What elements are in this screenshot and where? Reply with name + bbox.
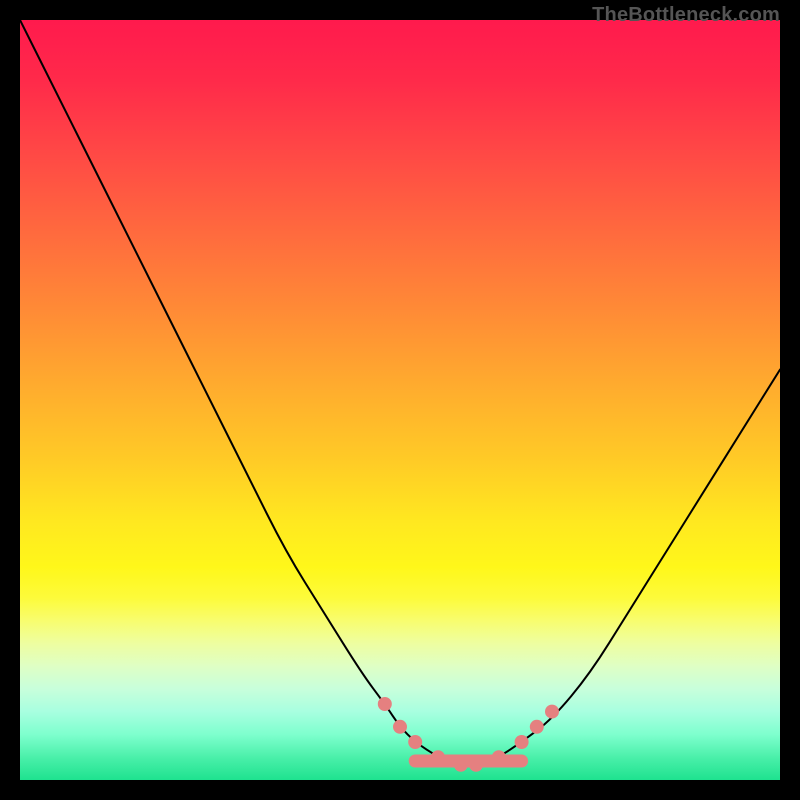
curve-marker [545, 705, 559, 719]
curve-marker [408, 735, 422, 749]
curve-marker [530, 720, 544, 734]
curve-marker [378, 697, 392, 711]
bottleneck-chart [20, 20, 780, 780]
curve-marker [469, 758, 483, 772]
curve-marker [393, 720, 407, 734]
curve-marker [454, 758, 468, 772]
chart-frame [20, 20, 780, 780]
bottleneck-curve [20, 20, 780, 765]
attribution-label: TheBottleneck.com [592, 4, 780, 27]
curve-marker [515, 735, 529, 749]
curve-marker [431, 750, 445, 764]
curve-marker [492, 750, 506, 764]
